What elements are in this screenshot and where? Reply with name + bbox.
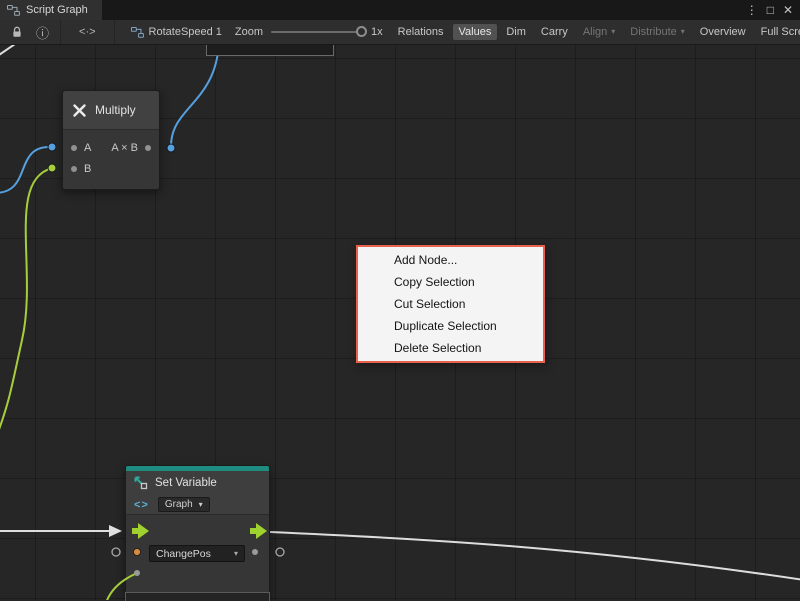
partial-node-top[interactable] [206, 45, 334, 56]
chevron-down-icon: ▾ [199, 501, 203, 509]
multiply-icon [72, 103, 87, 118]
chevron-down-icon: ▾ [234, 550, 238, 558]
multiply-node-header[interactable]: Multiply [63, 91, 159, 130]
unconnected-port-right[interactable] [276, 548, 284, 556]
overview-button[interactable]: Overview [694, 24, 752, 40]
graph-scope-icon: <> [134, 499, 149, 511]
wire-green-input-b [0, 168, 52, 435]
dim-button[interactable]: Dim [500, 24, 532, 40]
carry-button[interactable]: Carry [535, 24, 574, 40]
variable-name-dropdown[interactable]: ChangePos ▾ [149, 545, 245, 562]
wire-white-topleft [0, 45, 18, 57]
menu-item-delete-selection[interactable]: Delete Selection [358, 337, 543, 359]
graph-name: RotateSpeed 1 [149, 26, 222, 38]
port-a-label: A [84, 142, 91, 154]
info-icon[interactable]: ⓘ [36, 23, 49, 42]
set-variable-title: Set Variable [155, 477, 217, 489]
set-variable-node[interactable]: Set Variable <> Graph ▾ ChangePos ▾ [125, 465, 270, 600]
wire-end-dot-blue-a[interactable] [48, 143, 56, 151]
port-b-label: B [84, 163, 91, 175]
wire-blue-input-a [0, 147, 49, 193]
wire-blue-output [171, 45, 219, 146]
menu-item-copy-selection[interactable]: Copy Selection [358, 271, 543, 293]
zoom-slider[interactable] [271, 31, 363, 33]
relations-button[interactable]: Relations [392, 24, 450, 40]
menu-item-cut-selection[interactable]: Cut Selection [358, 293, 543, 315]
window-menu-icon[interactable]: ⋮ [746, 4, 758, 16]
menu-item-add-node[interactable]: Add Node... [358, 249, 543, 271]
zoom-value: 1x [371, 26, 383, 38]
graph-toolbar: ⓘ <·> RotateSpeed 1 Zoom 1x Relations Va… [0, 20, 800, 45]
script-graph-icon [7, 5, 20, 16]
close-icon[interactable]: ✕ [783, 4, 793, 16]
multiply-node-title: Multiply [95, 103, 136, 117]
zoom-label: Zoom [235, 26, 263, 38]
values-button[interactable]: Values [453, 24, 498, 40]
scope-dropdown[interactable]: Graph ▾ [158, 497, 210, 512]
port-a-dot[interactable] [71, 145, 77, 151]
context-menu: Add Node... Copy Selection Cut Selection… [356, 245, 545, 363]
graph-reference[interactable]: RotateSpeed 1 [131, 26, 222, 38]
set-variable-header[interactable]: Set Variable [126, 471, 269, 495]
port-result-dot[interactable] [145, 145, 151, 151]
chevron-down-icon: ▾ [611, 28, 615, 36]
chevron-down-icon: ▾ [681, 28, 685, 36]
lock-icon[interactable] [11, 26, 23, 39]
code-preview-icon[interactable]: <·> [79, 26, 96, 38]
graph-asset-icon [131, 27, 144, 38]
align-dropdown[interactable]: Align▾ [577, 24, 621, 40]
maximize-icon[interactable]: □ [767, 4, 774, 16]
wire-white-flow-out [270, 532, 800, 580]
port-b-dot[interactable] [71, 166, 77, 172]
titlebar-spacer [102, 0, 746, 20]
multiply-node[interactable]: Multiply A A × B B [62, 90, 160, 190]
tab-script-graph[interactable]: Script Graph [0, 0, 102, 20]
title-bar: Script Graph ⋮ □ ✕ [0, 0, 800, 20]
wire-end-dot-blue-out[interactable] [167, 144, 175, 152]
set-variable-icon [134, 476, 148, 490]
zoom-slider-handle[interactable] [356, 26, 367, 37]
flow-arrowhead-in [109, 525, 122, 537]
tab-label: Script Graph [26, 4, 88, 16]
port-result-label: A × B [111, 142, 138, 154]
wire-end-dot-green-b[interactable] [48, 164, 56, 172]
graph-canvas[interactable]: Multiply A A × B B Set Variabl [0, 45, 800, 600]
unconnected-port-left[interactable] [112, 548, 120, 556]
full-screen-button[interactable]: Full Screen [755, 24, 800, 40]
distribute-dropdown[interactable]: Distribute▾ [624, 24, 690, 40]
menu-item-duplicate-selection[interactable]: Duplicate Selection [358, 315, 543, 337]
